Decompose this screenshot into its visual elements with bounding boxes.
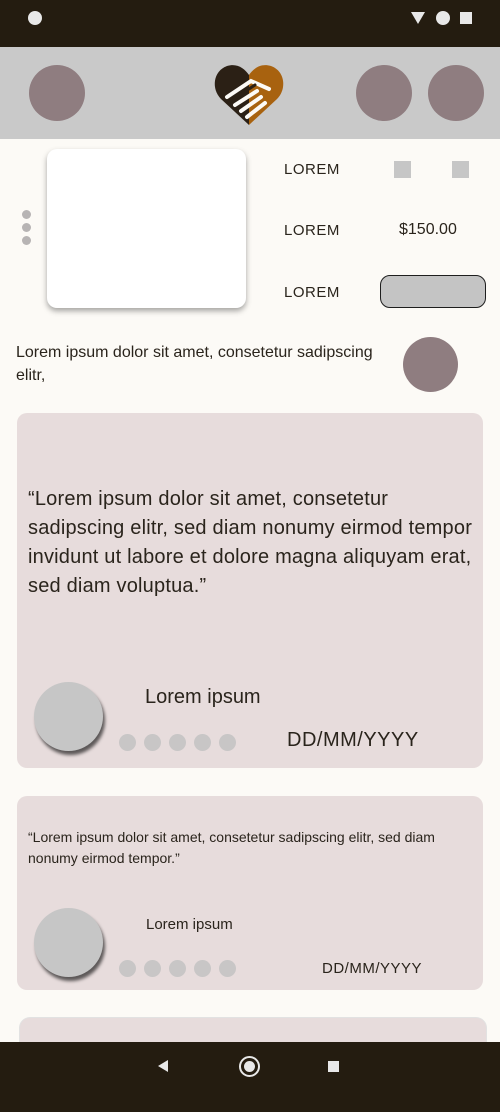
recent-apps-square-icon[interactable] bbox=[328, 1061, 339, 1072]
product-image[interactable] bbox=[47, 149, 246, 308]
review-date: DD/MM/YYYY bbox=[287, 729, 419, 751]
navigation-bar bbox=[0, 1042, 500, 1112]
notification-dot-icon bbox=[28, 11, 42, 25]
kebab-menu-icon[interactable] bbox=[20, 210, 32, 250]
product-price: $150.00 bbox=[399, 221, 457, 238]
status-bar bbox=[0, 0, 500, 47]
wifi-icon bbox=[411, 12, 425, 24]
option-checkbox[interactable] bbox=[452, 161, 469, 178]
star-icon bbox=[219, 960, 236, 977]
reviewer-name: Lorem ipsum bbox=[145, 686, 261, 708]
avatar[interactable] bbox=[34, 682, 103, 751]
battery-icon bbox=[460, 12, 472, 24]
home-circle-icon[interactable] bbox=[239, 1056, 260, 1077]
action-button[interactable] bbox=[380, 275, 486, 308]
star-icon bbox=[119, 734, 136, 751]
review-date: DD/MM/YYYY bbox=[322, 960, 423, 977]
review-card: “Lorem ipsum dolor sit amet, consetetur … bbox=[17, 796, 483, 990]
star-icon bbox=[169, 734, 186, 751]
product-row-label: LOREM bbox=[284, 161, 340, 178]
product-row-label: LOREM bbox=[284, 222, 340, 239]
review-quote: “Lorem ipsum dolor sit amet, consetetur … bbox=[28, 488, 473, 597]
review-quote: “Lorem ipsum dolor sit amet, consetetur … bbox=[28, 829, 435, 866]
menu-button[interactable] bbox=[428, 65, 484, 121]
star-icon bbox=[219, 734, 236, 751]
review-card: “Lorem ipsum dolor sit amet, consetetur … bbox=[17, 413, 483, 768]
star-icon bbox=[144, 734, 161, 751]
product-row-label: LOREM bbox=[284, 284, 340, 301]
profile-button[interactable] bbox=[29, 65, 85, 121]
cart-button[interactable] bbox=[356, 65, 412, 121]
option-checkbox[interactable] bbox=[394, 161, 411, 178]
app-header bbox=[0, 47, 500, 139]
star-icon bbox=[194, 734, 211, 751]
avatar[interactable] bbox=[34, 908, 103, 977]
star-icon bbox=[194, 960, 211, 977]
star-rating bbox=[119, 734, 244, 752]
star-rating bbox=[119, 960, 244, 978]
handshake-heart-icon bbox=[214, 65, 284, 125]
star-icon bbox=[144, 960, 161, 977]
back-triangle-icon[interactable] bbox=[158, 1060, 168, 1072]
star-icon bbox=[169, 960, 186, 977]
favorite-button[interactable] bbox=[403, 337, 458, 392]
signal-icon bbox=[436, 11, 450, 25]
star-icon bbox=[119, 960, 136, 977]
product-description: Lorem ipsum dolor sit amet, consetetur s… bbox=[16, 344, 373, 384]
reviewer-name: Lorem ipsum bbox=[146, 916, 233, 933]
